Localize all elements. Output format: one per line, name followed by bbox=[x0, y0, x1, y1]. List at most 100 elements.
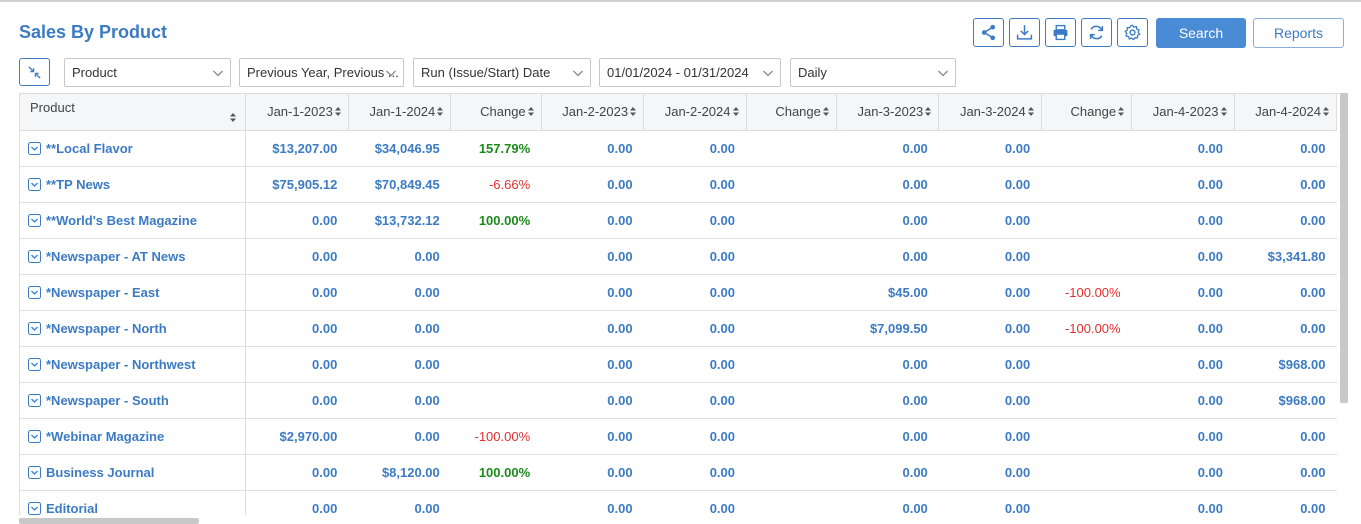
product-name[interactable]: *Newspaper - Northwest bbox=[46, 357, 196, 372]
column-header-label: Jan-1-2024 bbox=[369, 104, 436, 120]
product-cell[interactable]: Editorial bbox=[20, 490, 247, 516]
sort-icon bbox=[230, 113, 237, 123]
download-button[interactable] bbox=[1009, 18, 1040, 47]
value-cell: 0.00 bbox=[938, 382, 1042, 419]
reports-button[interactable]: Reports bbox=[1253, 18, 1344, 48]
product-cell[interactable]: *Newspaper - North bbox=[20, 310, 247, 347]
product-name[interactable]: **TP News bbox=[46, 177, 110, 192]
share-button[interactable] bbox=[973, 18, 1004, 47]
change-cell: 100.00% bbox=[450, 454, 542, 491]
chevron-down-icon bbox=[938, 70, 948, 77]
comparison-select[interactable]: Previous Year, Previous ... bbox=[239, 58, 404, 87]
product-cell[interactable]: *Newspaper - Northwest bbox=[20, 346, 247, 383]
product-name[interactable]: *Newspaper - East bbox=[46, 285, 159, 300]
product-cell[interactable]: *Newspaper - South bbox=[20, 382, 247, 419]
product-name[interactable]: **World's Best Magazine bbox=[46, 213, 197, 228]
value-cell: 0.00 bbox=[643, 346, 746, 383]
expand-row-icon[interactable] bbox=[28, 393, 41, 407]
value-cell: 0.00 bbox=[348, 310, 451, 347]
product-name[interactable]: Editorial bbox=[46, 501, 98, 516]
comparison-value: Previous Year, Previous ... bbox=[247, 65, 399, 80]
product-cell[interactable]: *Newspaper - AT News bbox=[20, 238, 247, 275]
value-cell: 0.00 bbox=[836, 202, 939, 239]
horizontal-scrollbar[interactable] bbox=[19, 518, 199, 524]
value-cell: 0.00 bbox=[1131, 346, 1235, 383]
column-header[interactable]: Jan-2-2023 bbox=[541, 94, 645, 131]
change-cell bbox=[450, 490, 542, 515]
change-cell bbox=[746, 238, 837, 275]
column-header[interactable]: Jan-3-2023 bbox=[836, 94, 940, 131]
settings-button[interactable] bbox=[1117, 18, 1148, 47]
change-cell bbox=[746, 202, 837, 239]
product-cell[interactable]: *Newspaper - East bbox=[20, 274, 247, 311]
expand-row-icon[interactable] bbox=[28, 501, 41, 515]
page-title: Sales By Product bbox=[19, 22, 168, 42]
change-cell bbox=[746, 346, 837, 383]
search-button[interactable]: Search bbox=[1156, 18, 1246, 48]
vertical-scrollbar[interactable] bbox=[1340, 93, 1348, 403]
print-icon bbox=[1053, 24, 1068, 41]
column-header-label: Jan-3-2023 bbox=[857, 104, 924, 120]
value-cell: 0.00 bbox=[1131, 418, 1235, 455]
product-cell[interactable]: *Webinar Magazine bbox=[20, 418, 247, 455]
interval-select[interactable]: Daily bbox=[790, 58, 956, 87]
expand-row-icon[interactable] bbox=[28, 357, 41, 371]
collapse-button[interactable] bbox=[19, 58, 50, 86]
sort-icon bbox=[732, 107, 739, 117]
value-cell: 0.00 bbox=[1131, 490, 1235, 515]
expand-row-icon[interactable] bbox=[28, 285, 41, 299]
print-button[interactable] bbox=[1045, 18, 1076, 47]
expand-row-icon[interactable] bbox=[28, 465, 41, 479]
column-header[interactable]: Jan-4-2023 bbox=[1131, 94, 1235, 131]
value-cell: 0.00 bbox=[643, 238, 746, 275]
value-cell: 0.00 bbox=[1234, 130, 1337, 167]
product-cell[interactable]: **World's Best Magazine bbox=[20, 202, 247, 239]
column-header[interactable]: Change bbox=[1041, 94, 1133, 131]
column-header[interactable]: Jan-4-2024 bbox=[1234, 94, 1338, 131]
change-cell: -6.66% bbox=[450, 166, 542, 203]
expand-row-icon[interactable] bbox=[28, 177, 41, 191]
product-name[interactable]: *Newspaper - AT News bbox=[46, 249, 185, 264]
value-cell: 0.00 bbox=[938, 346, 1042, 383]
value-cell: 0.00 bbox=[836, 454, 939, 491]
date-type-select[interactable]: Run (Issue/Start) Date bbox=[413, 58, 591, 87]
date-range-select[interactable]: 01/01/2024 - 01/31/2024 bbox=[599, 58, 781, 87]
value-cell: 0.00 bbox=[541, 346, 644, 383]
expand-row-icon[interactable] bbox=[28, 141, 41, 155]
product-name[interactable]: Business Journal bbox=[46, 465, 154, 480]
expand-row-icon[interactable] bbox=[28, 249, 41, 263]
column-header[interactable]: Jan-3-2024 bbox=[938, 94, 1042, 131]
value-cell: 0.00 bbox=[643, 490, 746, 515]
expand-row-icon[interactable] bbox=[28, 321, 41, 335]
column-header-product[interactable]: Product bbox=[20, 94, 247, 131]
column-header[interactable]: Jan-2-2024 bbox=[643, 94, 747, 131]
expand-row-icon[interactable] bbox=[28, 429, 41, 443]
value-cell: 0.00 bbox=[643, 454, 746, 491]
value-cell: 0.00 bbox=[1131, 130, 1235, 167]
sort-icon bbox=[630, 107, 637, 117]
value-cell: 0.00 bbox=[938, 274, 1042, 311]
product-cell[interactable]: Business Journal bbox=[20, 454, 247, 491]
column-header[interactable]: Jan-1-2024 bbox=[348, 94, 452, 131]
product-cell[interactable]: **Local Flavor bbox=[20, 130, 247, 167]
value-cell: 0.00 bbox=[348, 238, 451, 275]
value-cell: 0.00 bbox=[643, 166, 746, 203]
product-name[interactable]: **Local Flavor bbox=[46, 141, 133, 156]
refresh-button[interactable] bbox=[1081, 18, 1112, 47]
column-header[interactable]: Jan-1-2023 bbox=[245, 94, 349, 131]
grid-body: **Local Flavor $13,207.00 $34,046.95 157.79… bbox=[20, 130, 1337, 515]
expand-row-icon[interactable] bbox=[28, 213, 41, 227]
value-cell: $75,905.12 bbox=[245, 166, 349, 203]
product-cell[interactable]: **TP News bbox=[20, 166, 247, 203]
value-cell: 0.00 bbox=[938, 310, 1042, 347]
value-cell: 0.00 bbox=[1131, 310, 1235, 347]
value-cell: 0.00 bbox=[1131, 238, 1235, 275]
product-name[interactable]: *Newspaper - South bbox=[46, 393, 169, 408]
group-by-value: Product bbox=[72, 65, 117, 80]
value-cell: 0.00 bbox=[541, 130, 644, 167]
column-header[interactable]: Change bbox=[746, 94, 837, 131]
product-name[interactable]: *Webinar Magazine bbox=[46, 429, 164, 444]
product-name[interactable]: *Newspaper - North bbox=[46, 321, 167, 336]
column-header[interactable]: Change bbox=[450, 94, 542, 131]
group-by-select[interactable]: Product bbox=[64, 58, 231, 87]
